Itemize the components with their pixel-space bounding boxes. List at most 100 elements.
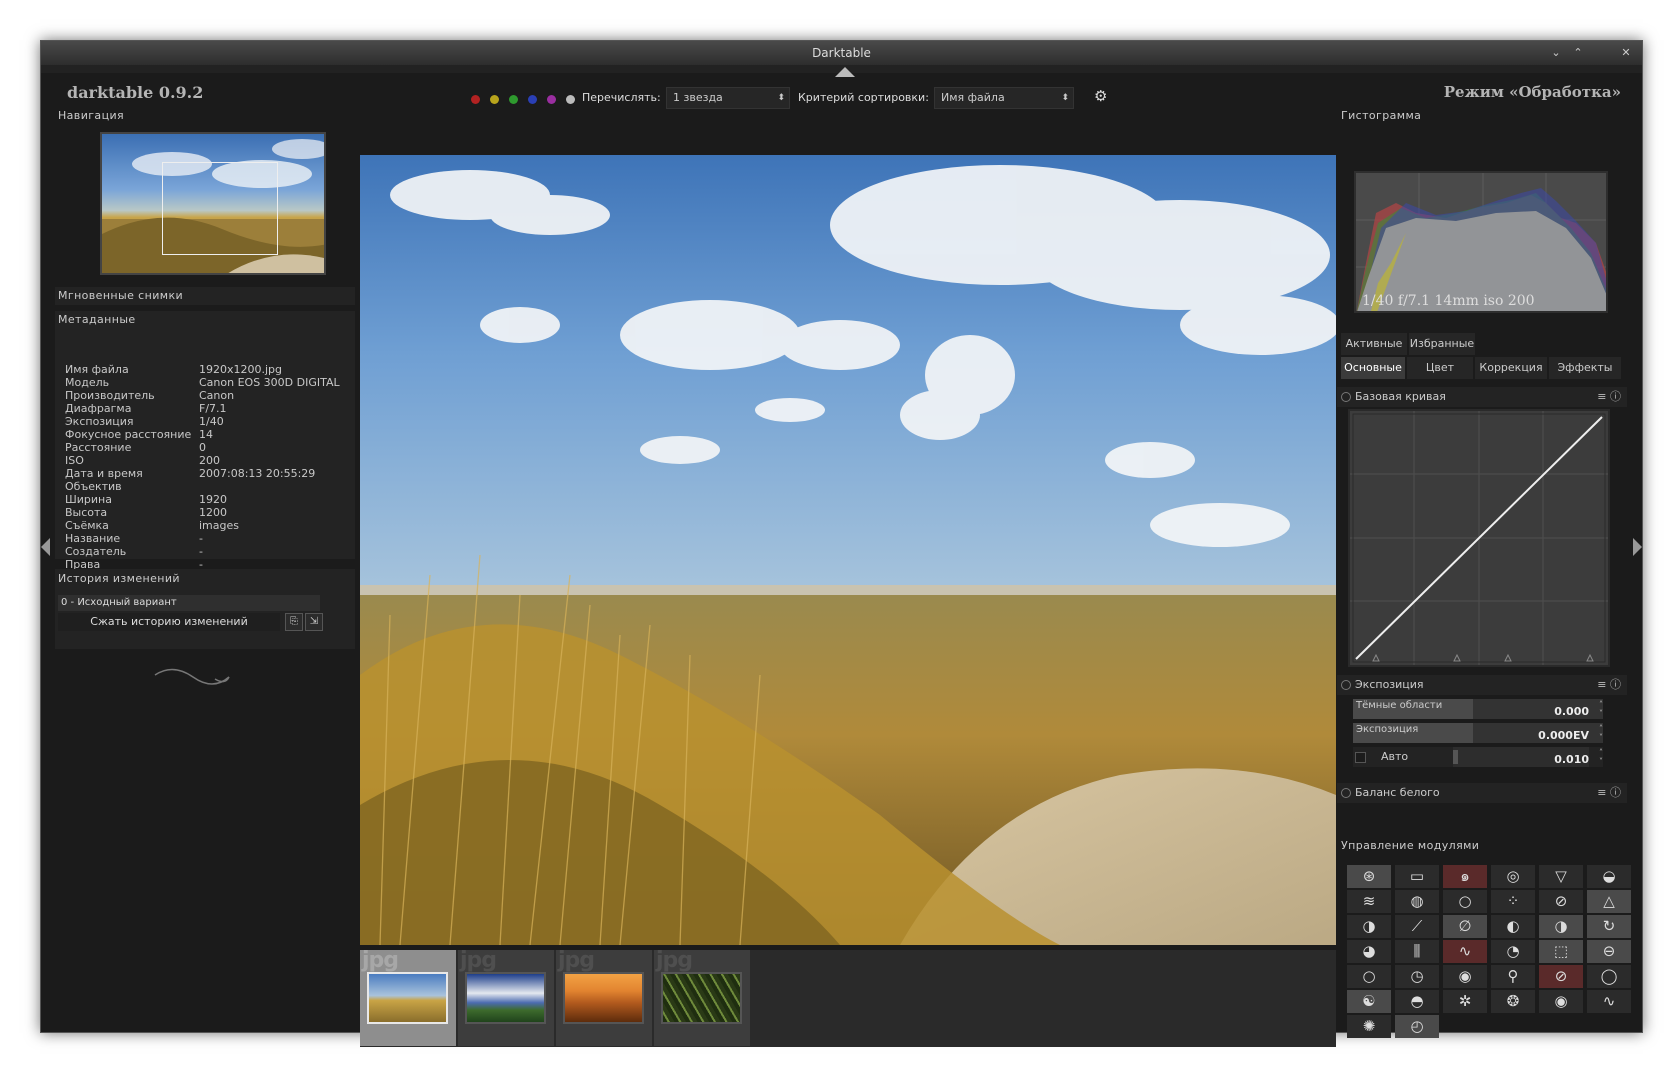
metadata-value: F/7.1 [199,402,227,415]
power-icon[interactable] [1341,680,1351,690]
close-icon[interactable]: ✕ [1618,45,1634,61]
metadata-header[interactable]: Метаданные [58,313,136,326]
monochrome-icon[interactable]: ⊖ [1587,940,1631,963]
filmstrip-thumbnail[interactable]: jpg [458,948,554,1046]
main-image[interactable] [360,155,1336,945]
filmstrip-thumbnail[interactable]: jpg [654,948,750,1046]
snapshots-header[interactable]: Мгновенные снимки [58,289,183,302]
tab-color[interactable]: Цвет [1407,357,1473,379]
snapshots-section[interactable]: Мгновенные снимки [55,287,355,305]
exposure-slider[interactable]: Экспозиция 0.000EV ˄ ˅ [1353,723,1603,743]
tab-active[interactable]: Активные [1341,333,1407,355]
filter-toolbar: Перечислять: 1 звезда ⬍ Критерий сортиров… [360,81,1336,109]
module-header-white-balance[interactable]: Баланс белого ≡ ⓘ [1337,783,1627,803]
create-style-icon[interactable]: ⎘ [285,613,303,631]
color-zones-icon[interactable]: ◍ [1395,890,1439,913]
module-menu-icon[interactable]: ≡ ⓘ [1597,387,1621,407]
tab-effects[interactable]: Эффекты [1549,357,1621,379]
magnifier-icon[interactable]: ⚲ [1491,965,1535,988]
ring-icon[interactable]: ○ [1347,965,1391,988]
title-bar: Darktable ⌄ ⌃ ✕ [41,41,1642,65]
slider-value: 0.000 [1554,705,1589,718]
vignette-icon[interactable]: ▽ [1539,865,1583,888]
filmstrip-thumbnail[interactable]: jpg [556,948,652,1046]
color-label-yellow-icon[interactable] [490,95,499,104]
color-label-green-icon[interactable] [509,95,518,104]
metadata-key: Ширина [65,493,112,506]
hot-pixels-icon[interactable]: ⊘ [1539,965,1583,988]
wave-icon[interactable]: ∿ [1587,990,1631,1013]
color-wheel-icon[interactable]: ◑ [1347,915,1391,938]
shading-icon[interactable]: ◔ [1491,940,1535,963]
split-toning-icon[interactable]: ◓ [1395,990,1439,1013]
compress-history-button[interactable]: Сжать историю изменений [58,613,280,631]
history-header[interactable]: История изменений [58,572,180,585]
curve-stroke-icon[interactable]: ⟋ [1395,915,1439,938]
module-title: Базовая кривая [1355,390,1446,403]
tab-correction[interactable]: Коррекция [1475,357,1547,379]
denoise-icon[interactable]: ≋ [1347,890,1391,913]
color-label-grey-icon[interactable] [566,95,575,104]
highlights-icon[interactable]: ◒ [1587,865,1631,888]
tone-curve-icon[interactable]: ∿ [1443,940,1487,963]
filter-label: Перечислять: [582,91,661,104]
sharpen-icon[interactable]: △ [1587,890,1631,913]
filter-combo[interactable]: 1 звезда ⬍ [666,87,790,109]
sort-combo[interactable]: Имя файла ⬍ [934,87,1074,109]
slider-handle[interactable] [1453,750,1458,764]
channel-mixer-icon[interactable]: ⊛ [1347,865,1391,888]
apply-style-icon[interactable]: ⇲ [305,613,323,631]
dots-icon[interactable]: ⁘ [1491,890,1535,913]
power-icon[interactable] [1341,788,1351,798]
collapse-left-arrow-icon[interactable] [41,538,50,556]
circle-icon[interactable]: ○ [1443,890,1487,913]
auto-checkbox[interactable] [1355,752,1366,763]
metadata-row: Расстояние 0 [65,441,340,454]
gear-icon[interactable]: ⚙ [1094,87,1107,105]
filmstrip-thumbnail[interactable]: jpg [360,948,456,1046]
tab-favorites[interactable]: Избранные [1409,333,1475,355]
clock-icon[interactable]: ◴ [1395,1015,1439,1038]
metadata-value: - [199,532,203,545]
empty-set-icon[interactable]: ∅ [1443,915,1487,938]
rgb-circles-icon[interactable]: ❂ [1491,990,1535,1013]
module-menu-icon[interactable]: ≡ ⓘ [1597,675,1621,695]
spiral-icon[interactable]: ๑ [1443,865,1487,888]
maximize-icon[interactable]: ⌃ [1570,45,1586,61]
contrast-icon[interactable]: ◑ [1539,915,1583,938]
color-label-red-icon[interactable] [471,95,480,104]
history-item[interactable]: 0 - Исходный вариант [58,595,320,611]
stepper-icon[interactable]: ˄ ˅ [1599,724,1603,742]
flame-icon[interactable]: ✺ [1347,1015,1391,1038]
gauge-icon[interactable]: ◷ [1395,965,1439,988]
frame-icon[interactable]: ⬚ [1539,940,1583,963]
histogram[interactable]: 1/40 f/7.1 14mm iso 200 [1354,171,1608,313]
aperture-icon[interactable]: ✲ [1443,990,1487,1013]
stepper-icon[interactable]: ˄ ˅ [1599,700,1603,718]
module-header-base-curve[interactable]: Базовая кривая ≡ ⓘ [1337,387,1627,407]
lens-icon[interactable]: ◎ [1491,865,1535,888]
module-menu-icon[interactable]: ≡ ⓘ [1597,783,1621,803]
color-label-blue-icon[interactable] [528,95,537,104]
outline-circle-icon[interactable]: ◯ [1587,965,1631,988]
tab-basic[interactable]: Основные [1341,357,1405,379]
collapse-right-arrow-icon[interactable] [1633,538,1642,556]
levels-icon[interactable]: ⫼ [1395,940,1439,963]
minimize-icon[interactable]: ⌄ [1548,45,1564,61]
module-header-exposure[interactable]: Экспозиция ≡ ⓘ [1337,675,1627,695]
slash-circle-icon[interactable]: ⊘ [1539,890,1583,913]
navigation-viewport-rect[interactable] [162,162,278,255]
crop-icon[interactable]: ▭ [1395,865,1439,888]
target-icon[interactable]: ◉ [1443,965,1487,988]
color-label-purple-icon[interactable] [547,95,556,104]
stepper-icon[interactable]: ˄ ˅ [1599,748,1603,766]
yin-yang-icon[interactable]: ☯ [1347,990,1391,1013]
dark-areas-slider[interactable]: Тёмные области 0.000 ˄ ˅ [1353,699,1603,719]
half-circle-icon[interactable]: ◐ [1491,915,1535,938]
rainbow-icon[interactable]: ◉ [1539,990,1583,1013]
navigation-thumbnail[interactable] [100,132,326,275]
power-icon[interactable] [1341,392,1351,402]
reload-icon[interactable]: ↻ [1587,915,1631,938]
color-balance-icon[interactable]: ◕ [1347,940,1391,963]
base-curve-editor[interactable] [1348,409,1610,667]
